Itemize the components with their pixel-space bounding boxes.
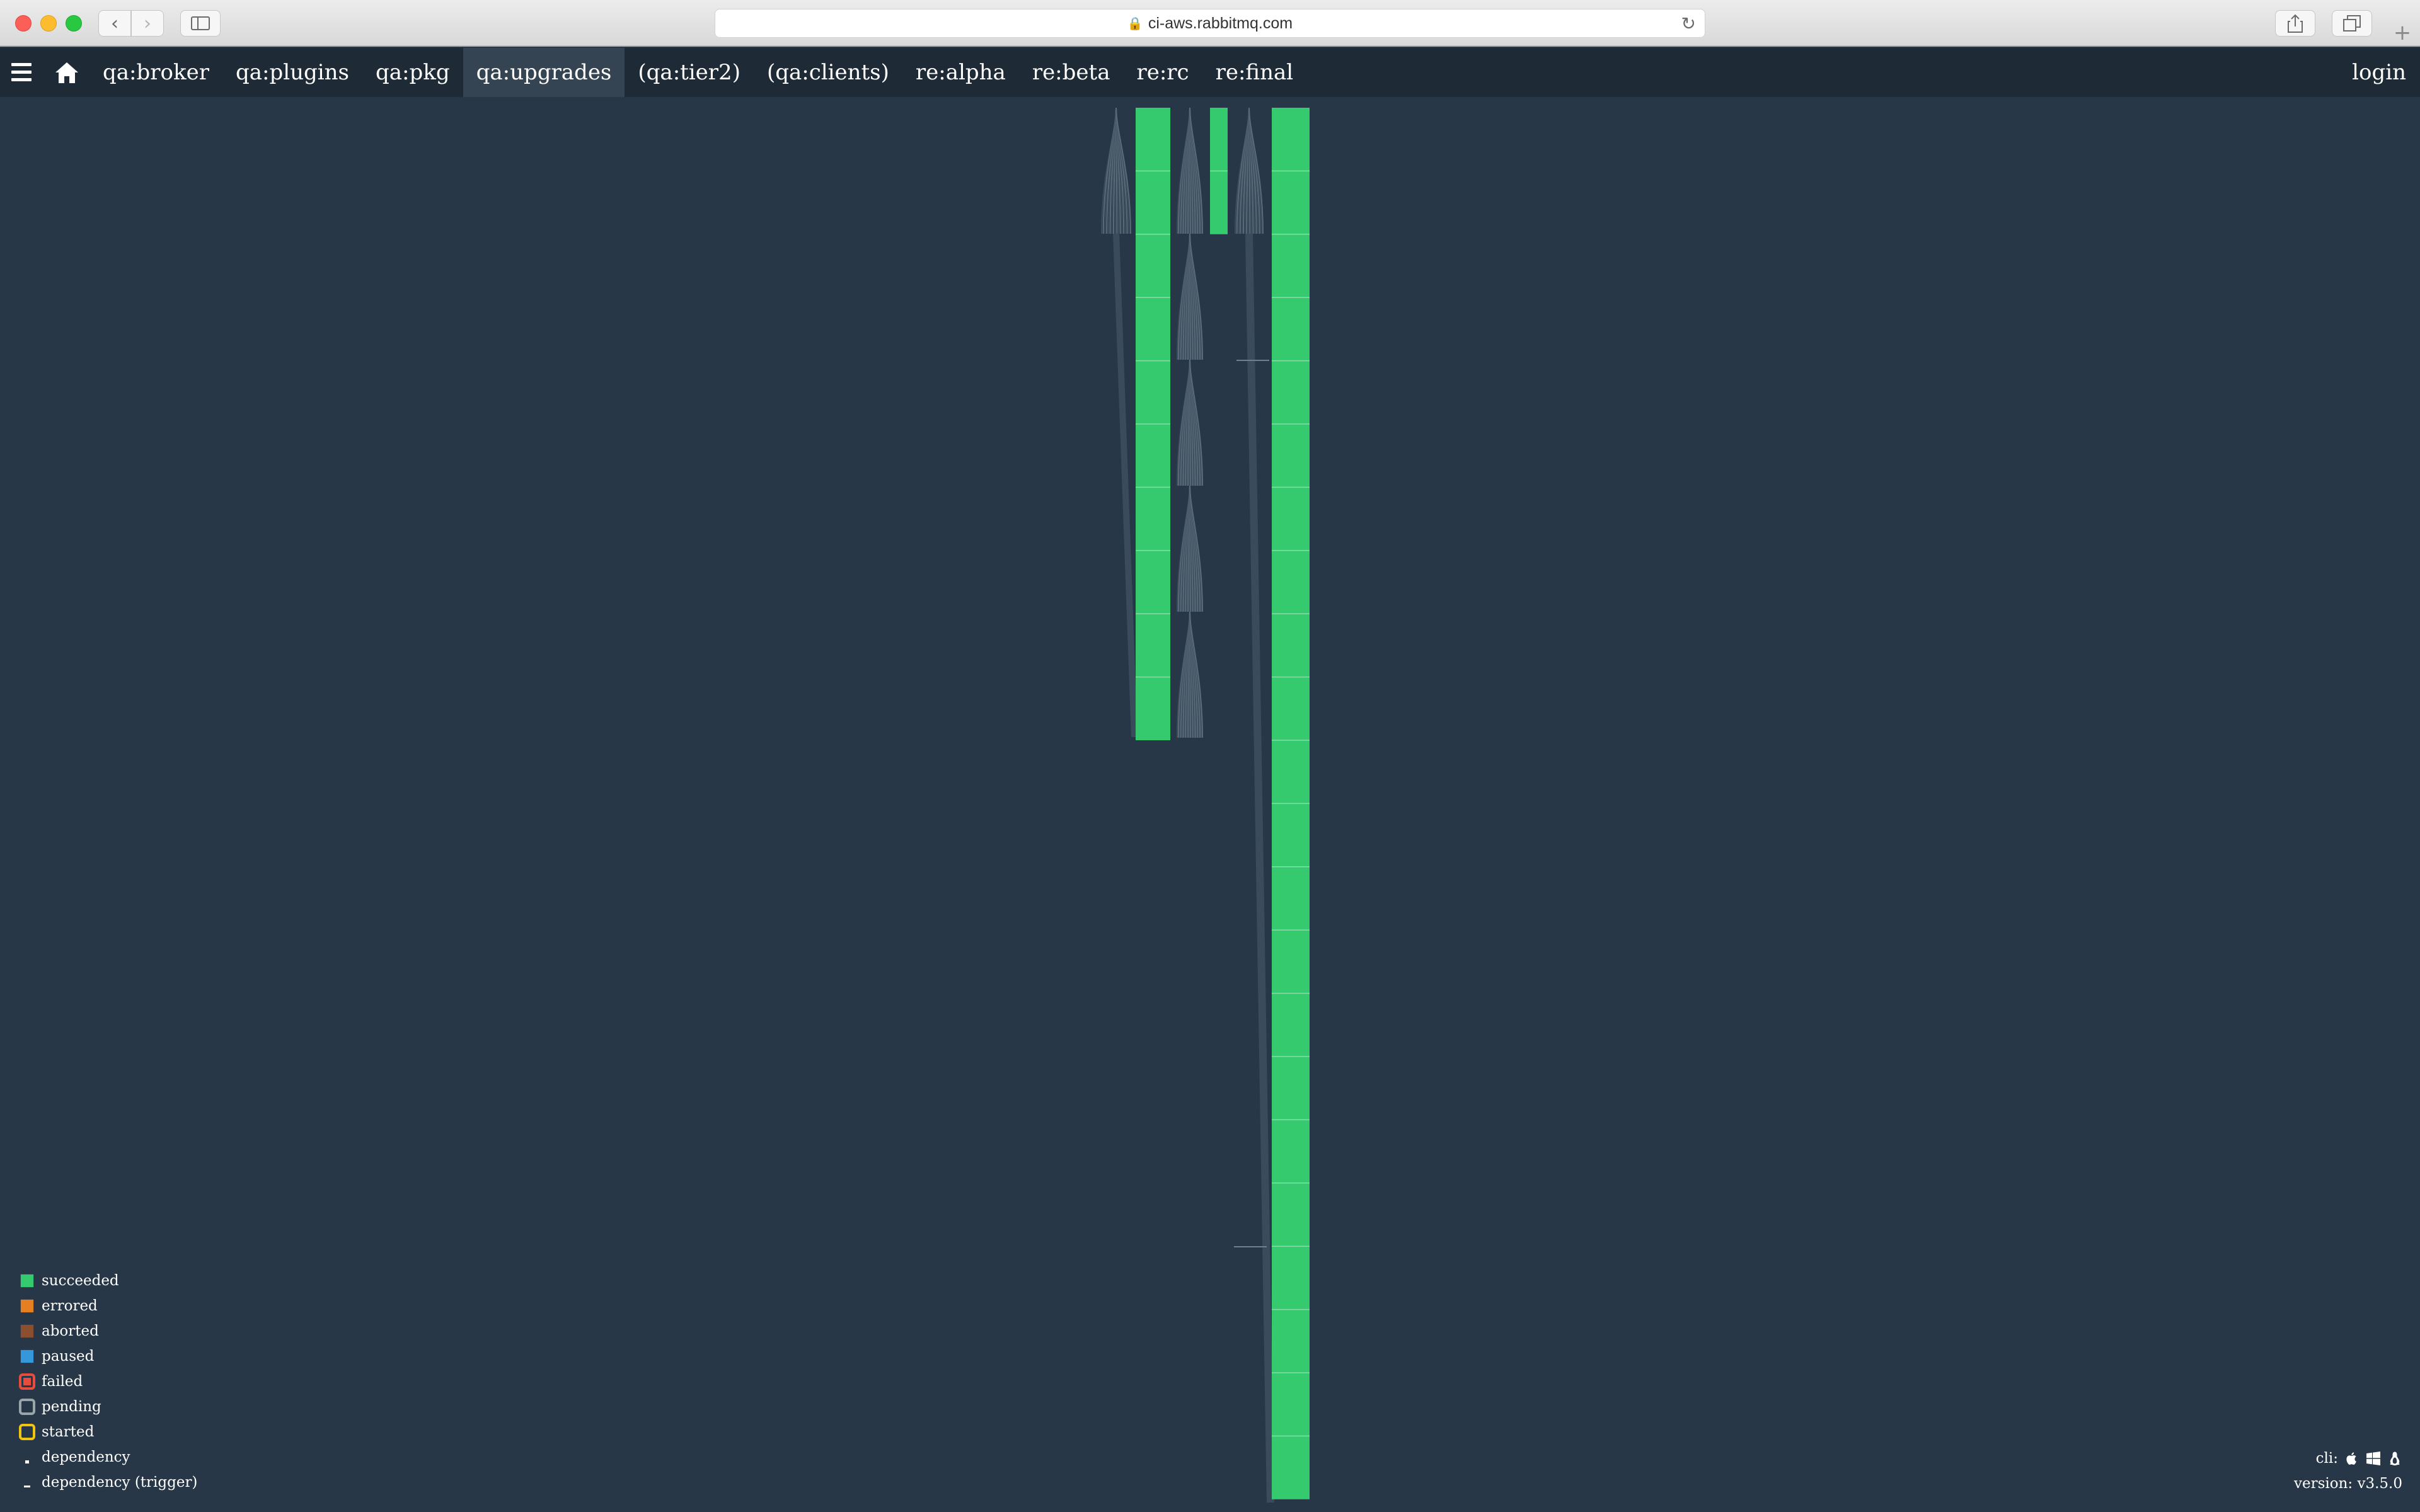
legend-item-dependency: dependency (19, 1448, 130, 1467)
job-box[interactable] (1272, 297, 1310, 361)
legend-item-failed: failed (19, 1372, 83, 1391)
legend-swatch-paused (20, 1349, 34, 1363)
job-box[interactable] (1272, 614, 1310, 677)
legend-swatch-succeeded (20, 1274, 34, 1288)
job-box[interactable] (1210, 171, 1228, 234)
cli-downloads: cli: (2316, 1450, 2402, 1467)
dependency-edges (1235, 107, 1264, 234)
job-box[interactable] (1136, 360, 1170, 424)
dependency-edges (1177, 233, 1203, 360)
dependency-edges (1101, 107, 1131, 234)
job-box[interactable] (1136, 108, 1170, 171)
job-box[interactable] (1136, 297, 1170, 361)
legend-label: succeeded (42, 1273, 119, 1289)
job-box[interactable] (1272, 550, 1310, 614)
job-box[interactable] (1136, 171, 1170, 234)
job-box[interactable] (1136, 550, 1170, 614)
job-box[interactable] (1272, 1309, 1310, 1373)
dependency-edges (1177, 485, 1203, 612)
job-box[interactable] (1272, 234, 1310, 298)
job-box[interactable] (1136, 234, 1170, 298)
dependency-edges (1177, 359, 1203, 486)
legend-swatch-started (19, 1424, 35, 1440)
job-box[interactable] (1136, 424, 1170, 488)
job-box[interactable] (1272, 803, 1310, 867)
job-box[interactable] (1272, 866, 1310, 931)
apple-icon[interactable] (2344, 1451, 2360, 1466)
job-box[interactable] (1272, 171, 1310, 234)
job-box[interactable] (1272, 1436, 1310, 1499)
job-box[interactable] (1272, 930, 1310, 994)
legend-item-started: started (19, 1423, 94, 1441)
legend-label: paused (42, 1348, 95, 1365)
legend-label: dependency (42, 1449, 130, 1465)
version-readout: version: v3.5.0 (2294, 1475, 2402, 1492)
job-box[interactable] (1272, 993, 1310, 1057)
job-box[interactable] (1272, 677, 1310, 740)
version-label: version: (2294, 1475, 2353, 1492)
job-box[interactable] (1136, 487, 1170, 551)
legend-label: failed (42, 1373, 83, 1390)
dependency-edges (1177, 107, 1203, 234)
pipeline-graph (1101, 107, 1310, 1503)
legend-swatch-errored (20, 1299, 34, 1313)
job-box[interactable] (1272, 1057, 1310, 1120)
dependency-edge (1245, 233, 1274, 1503)
job-box[interactable] (1272, 1246, 1310, 1310)
job-box[interactable] (1272, 1373, 1310, 1436)
legend-item-paused: paused (19, 1347, 94, 1366)
legend-swatch-dependency (19, 1449, 35, 1465)
legend-label: errored (42, 1298, 98, 1314)
job-box[interactable] (1272, 108, 1310, 171)
windows-icon[interactable] (2366, 1451, 2381, 1466)
job-box[interactable] (1136, 677, 1170, 740)
legend-label: pending (42, 1399, 101, 1415)
dependency-edges (1177, 611, 1203, 738)
legend-swatch-pending (19, 1399, 35, 1415)
dependency-edge (1113, 233, 1138, 738)
legend-item-succeeded: succeeded (19, 1271, 119, 1290)
version-value: v3.5.0 (2357, 1475, 2402, 1492)
job-box[interactable] (1272, 1120, 1310, 1183)
job-box[interactable] (1272, 424, 1310, 488)
legend-item-dependency-trigger: dependency (trigger) (19, 1473, 197, 1492)
job-box[interactable] (1210, 108, 1228, 171)
job-box[interactable] (1272, 1183, 1310, 1247)
job-box[interactable] (1272, 360, 1310, 424)
legend-item-errored: errored (19, 1297, 98, 1315)
job-box[interactable] (1272, 740, 1310, 804)
legend-item-aborted: aborted (19, 1322, 99, 1341)
legend-item-pending: pending (19, 1397, 101, 1416)
cli-label: cli: (2315, 1450, 2338, 1467)
linux-icon[interactable] (2387, 1451, 2402, 1466)
legend-swatch-failed (19, 1373, 35, 1390)
legend-label: dependency (trigger) (42, 1474, 198, 1491)
job-box[interactable] (1136, 614, 1170, 677)
legend-swatch-aborted (20, 1324, 34, 1338)
legend-label: aborted (42, 1323, 99, 1339)
legend-swatch-dependency-trigger (19, 1474, 35, 1491)
job-box[interactable] (1272, 487, 1310, 551)
legend-label: started (42, 1424, 95, 1440)
